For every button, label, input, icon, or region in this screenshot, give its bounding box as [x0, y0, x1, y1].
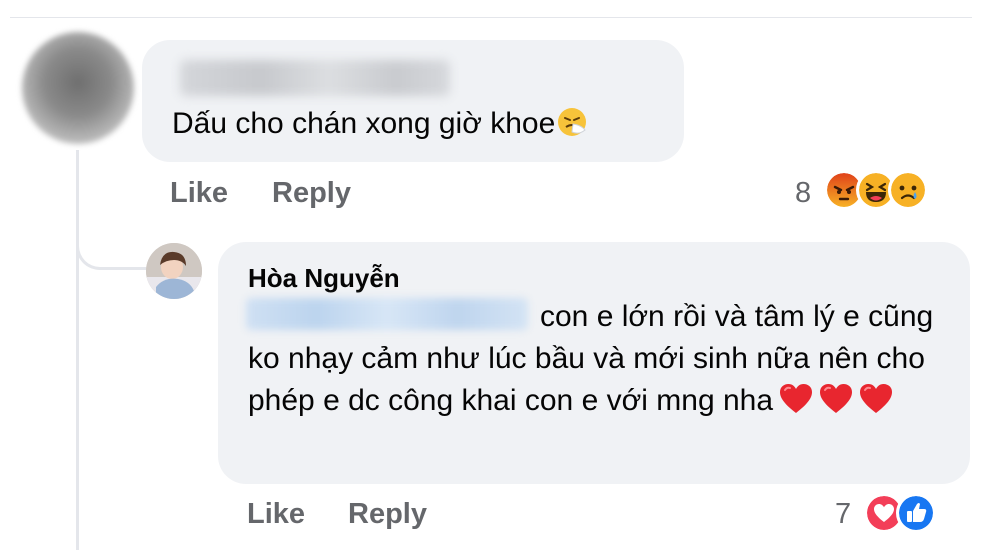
thread-connector-line [76, 150, 146, 270]
like-reaction-icon [896, 493, 936, 533]
reaction-summary[interactable] [824, 170, 928, 210]
thread-vertical-line [76, 150, 79, 550]
commenter-avatar-blurred[interactable] [22, 32, 134, 144]
reaction-count[interactable]: 7 [835, 497, 851, 531]
reaction-count[interactable]: 8 [795, 176, 811, 210]
reaction-summary[interactable] [864, 493, 936, 533]
red-heart-icon [860, 384, 893, 413]
reply-text: con e lớn rồi và tâm lý e cũng ko nhạy c… [248, 300, 934, 417]
reply-button[interactable]: Reply [272, 176, 351, 210]
comment-text: Dấu cho chán xong giờ khoe [172, 104, 587, 144]
commenter-name-blurred[interactable] [180, 60, 450, 96]
top-divider [10, 17, 972, 18]
like-button[interactable]: Like [247, 497, 305, 531]
reply-button[interactable]: Reply [348, 497, 427, 531]
sneezing-face-icon [558, 108, 587, 136]
like-button[interactable]: Like [170, 176, 228, 210]
red-heart-icon [820, 384, 853, 413]
sad-reaction-icon [888, 170, 928, 210]
reply-bubble[interactable]: Hòa Nguyễn con e lớn rồi và tâm lý e cũn… [218, 242, 970, 484]
reply-author-name[interactable]: Hòa Nguyễn [248, 262, 400, 294]
red-heart-icon [780, 384, 813, 413]
comment-bubble[interactable]: Dấu cho chán xong giờ khoe [142, 40, 684, 162]
reply-author-avatar[interactable] [146, 243, 202, 299]
